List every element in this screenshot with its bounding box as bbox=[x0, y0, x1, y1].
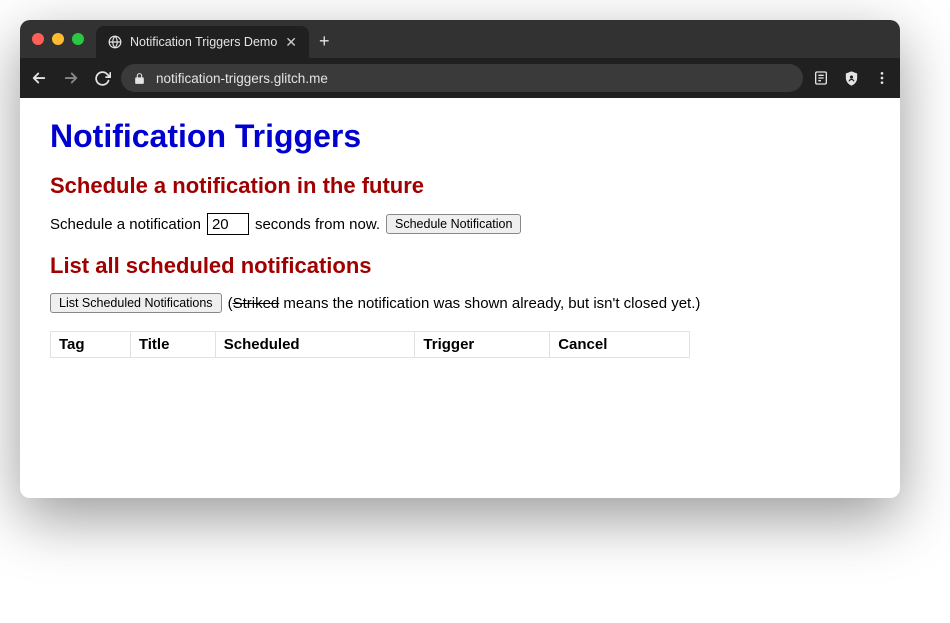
menu-icon[interactable] bbox=[874, 70, 890, 86]
nav-buttons bbox=[30, 69, 111, 87]
tab-title: Notification Triggers Demo bbox=[130, 35, 277, 49]
window-titlebar: Notification Triggers Demo ✕ + bbox=[20, 20, 900, 58]
close-window-button[interactable] bbox=[32, 33, 44, 45]
col-cancel: Cancel bbox=[550, 332, 690, 358]
address-bar[interactable]: notification-triggers.glitch.me bbox=[121, 64, 803, 92]
url-text: notification-triggers.glitch.me bbox=[156, 71, 328, 86]
notifications-table: Tag Title Scheduled Trigger Cancel bbox=[50, 331, 690, 358]
new-tab-button[interactable]: + bbox=[319, 31, 330, 52]
section-list-heading: List all scheduled notifications bbox=[50, 253, 870, 279]
minimize-window-button[interactable] bbox=[52, 33, 64, 45]
section-schedule-heading: Schedule a notification in the future bbox=[50, 173, 870, 199]
maximize-window-button[interactable] bbox=[72, 33, 84, 45]
hint-striked: Striked bbox=[233, 295, 280, 312]
schedule-text-before: Schedule a notification bbox=[50, 216, 201, 233]
lock-icon bbox=[133, 72, 146, 85]
list-row: List Scheduled Notifications (Striked me… bbox=[50, 293, 870, 313]
table-header-row: Tag Title Scheduled Trigger Cancel bbox=[51, 332, 690, 358]
forward-button[interactable] bbox=[62, 69, 80, 87]
toolbar-right bbox=[813, 70, 890, 87]
reload-button[interactable] bbox=[94, 70, 111, 87]
col-title: Title bbox=[130, 332, 215, 358]
schedule-text-after: seconds from now. bbox=[255, 216, 380, 233]
browser-window: Notification Triggers Demo ✕ + notificat… bbox=[20, 20, 900, 498]
browser-tab[interactable]: Notification Triggers Demo ✕ bbox=[96, 26, 309, 58]
schedule-row: Schedule a notification seconds from now… bbox=[50, 213, 870, 235]
traffic-lights bbox=[32, 33, 84, 45]
profile-icon[interactable] bbox=[843, 70, 860, 87]
col-trigger: Trigger bbox=[415, 332, 550, 358]
seconds-input[interactable] bbox=[207, 213, 249, 235]
col-scheduled: Scheduled bbox=[215, 332, 415, 358]
globe-icon bbox=[108, 35, 122, 49]
col-tag: Tag bbox=[51, 332, 131, 358]
hint-text: (Striked means the notification was show… bbox=[228, 295, 701, 312]
back-button[interactable] bbox=[30, 69, 48, 87]
page-title: Notification Triggers bbox=[50, 118, 870, 155]
reader-mode-icon[interactable] bbox=[813, 70, 829, 86]
list-scheduled-button[interactable]: List Scheduled Notifications bbox=[50, 293, 222, 313]
close-tab-icon[interactable]: ✕ bbox=[285, 34, 297, 51]
browser-toolbar: notification-triggers.glitch.me bbox=[20, 58, 900, 98]
schedule-notification-button[interactable]: Schedule Notification bbox=[386, 214, 521, 234]
page-content: Notification Triggers Schedule a notific… bbox=[20, 98, 900, 498]
